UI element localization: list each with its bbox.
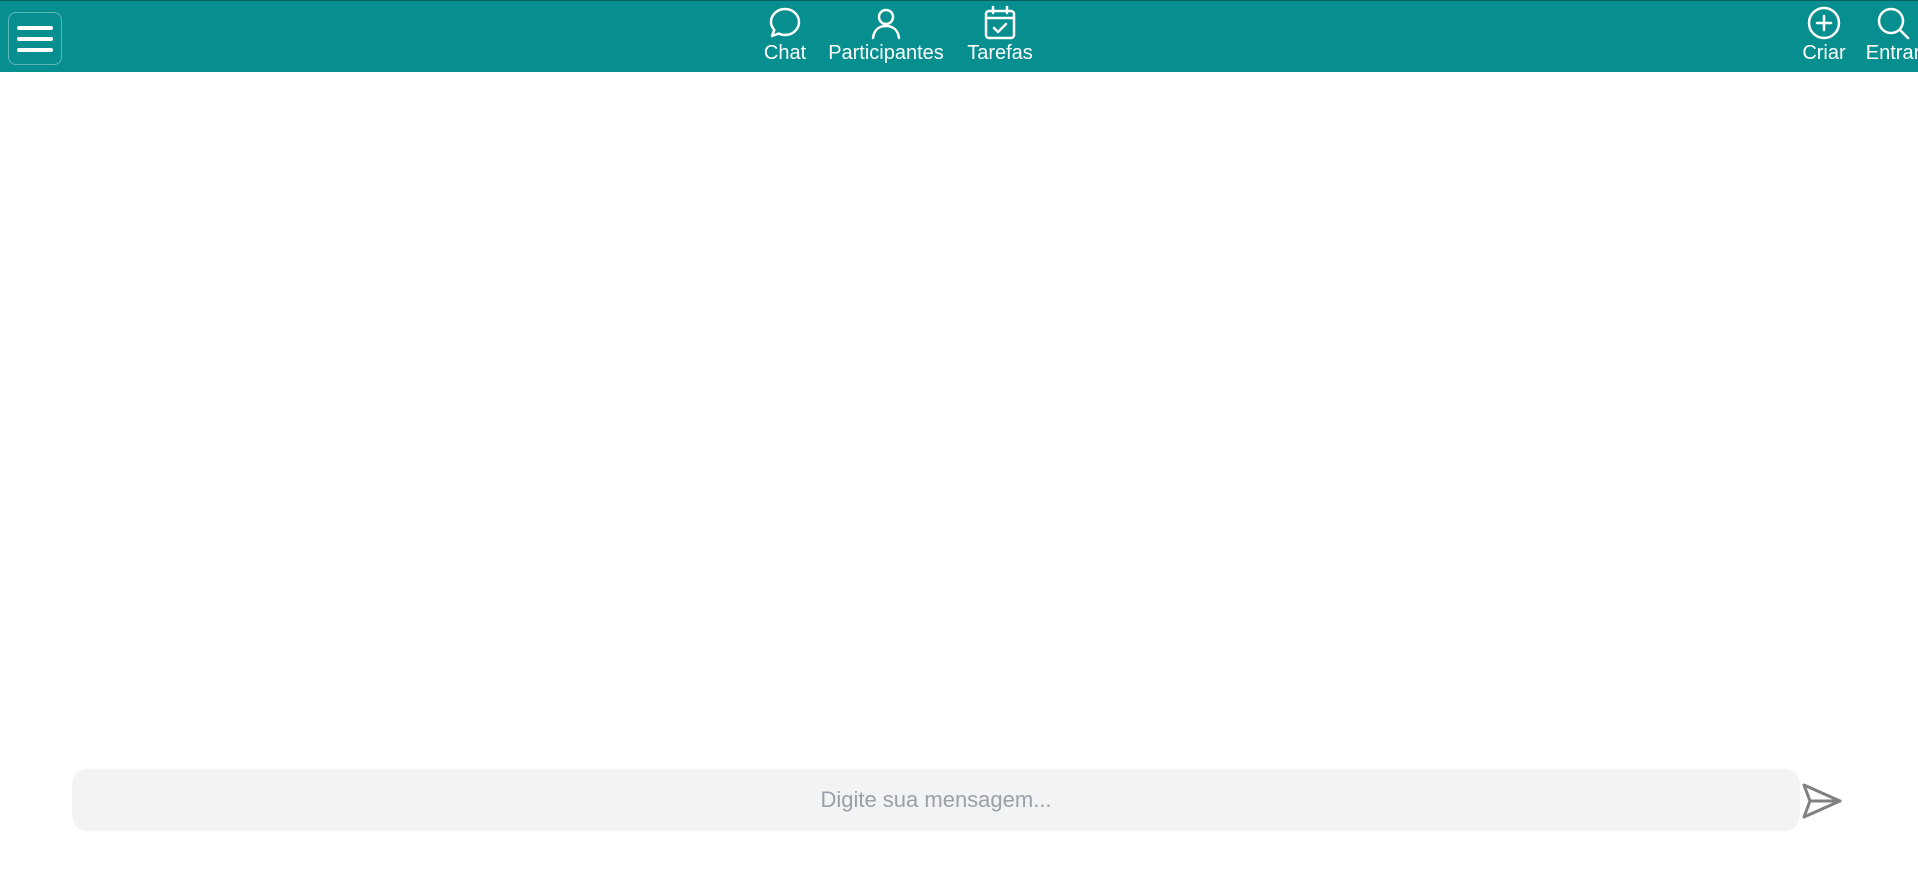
menu-button[interactable] [8,12,62,65]
action-entrar[interactable]: Entrar [1855,5,1918,64]
search-icon [1875,5,1911,41]
nav-tarefas[interactable]: Tarefas [961,5,1039,64]
message-input[interactable] [72,769,1800,831]
nav-participantes-label: Participantes [828,42,944,64]
top-navigation-bar: Chat Participantes Tarefas Criar Entrar [0,0,1918,72]
chat-bubble-icon [767,5,803,41]
hamburger-icon [17,25,53,52]
user-icon [868,5,904,41]
action-criar-label: Criar [1802,42,1846,64]
nav-chat-label: Chat [763,42,807,64]
plus-circle-icon [1806,5,1842,41]
message-composer [72,769,1800,831]
action-entrar-label: Entrar [1865,42,1918,64]
action-criar[interactable]: Criar [1796,5,1852,64]
nav-tarefas-label: Tarefas [967,42,1033,64]
send-icon [1802,783,1842,819]
calendar-check-icon [982,5,1018,41]
nav-chat[interactable]: Chat [757,5,813,64]
nav-participantes[interactable]: Participantes [818,5,954,64]
send-button[interactable] [1800,780,1844,822]
